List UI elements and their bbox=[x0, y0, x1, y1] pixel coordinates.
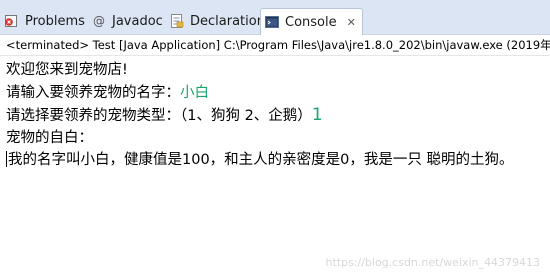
problems-icon bbox=[5, 14, 19, 28]
tab-label: Javadoc bbox=[112, 13, 163, 29]
tab-problems[interactable]: Problems bbox=[5, 9, 85, 33]
text-caret bbox=[6, 151, 7, 167]
tab-label: Console bbox=[285, 14, 337, 30]
output-text: 我的名字叫小白，健康值是100，和主人的亲密度是0，我是一只 聪明的土狗。 bbox=[8, 152, 514, 168]
close-icon[interactable]: ✕ bbox=[347, 16, 356, 29]
watermark: https://blog.csdn.net/weixin_44379413 bbox=[325, 256, 540, 269]
tab-javadoc[interactable]: @ Javadoc bbox=[92, 9, 163, 33]
console-line: 我的名字叫小白，健康值是100，和主人的亲密度是0，我是一只 聪明的土狗。 bbox=[6, 149, 550, 172]
console-view-tabbar: Problems @ Javadoc Declaration Console ✕ bbox=[0, 0, 550, 35]
console-line: 欢迎您来到宠物店! bbox=[6, 62, 128, 78]
user-input-text: 1 bbox=[311, 105, 323, 125]
tab-label: Problems bbox=[25, 13, 85, 29]
tab-console[interactable]: Console ✕ bbox=[260, 8, 363, 35]
tab-declaration[interactable]: Declaration bbox=[170, 9, 265, 33]
user-input-text: 小白 bbox=[180, 84, 209, 101]
console-status-line: <terminated> Test [Java Application] C:\… bbox=[0, 35, 550, 56]
console-line: 宠物的自白： bbox=[6, 129, 93, 146]
javadoc-icon: @ bbox=[92, 14, 106, 28]
console-output[interactable]: 欢迎您来到宠物店! 请输入要领养宠物的名字：小白 请选择要领养的宠物类型：（1、… bbox=[6, 59, 550, 172]
console-line: 请输入要领养宠物的名字：小白 bbox=[6, 82, 550, 105]
svg-text:@: @ bbox=[93, 14, 105, 28]
console-line: 请选择要领养的宠物类型：（1、狗狗 2、企鹅）1 bbox=[6, 104, 550, 127]
declaration-icon bbox=[170, 14, 184, 28]
prompt-text: 请选择要领养的宠物类型：（1、狗狗 2、企鹅） bbox=[6, 108, 312, 124]
tab-label: Declaration bbox=[190, 13, 265, 29]
prompt-text: 请输入要领养宠物的名字： bbox=[6, 84, 180, 101]
console-icon bbox=[265, 15, 279, 29]
